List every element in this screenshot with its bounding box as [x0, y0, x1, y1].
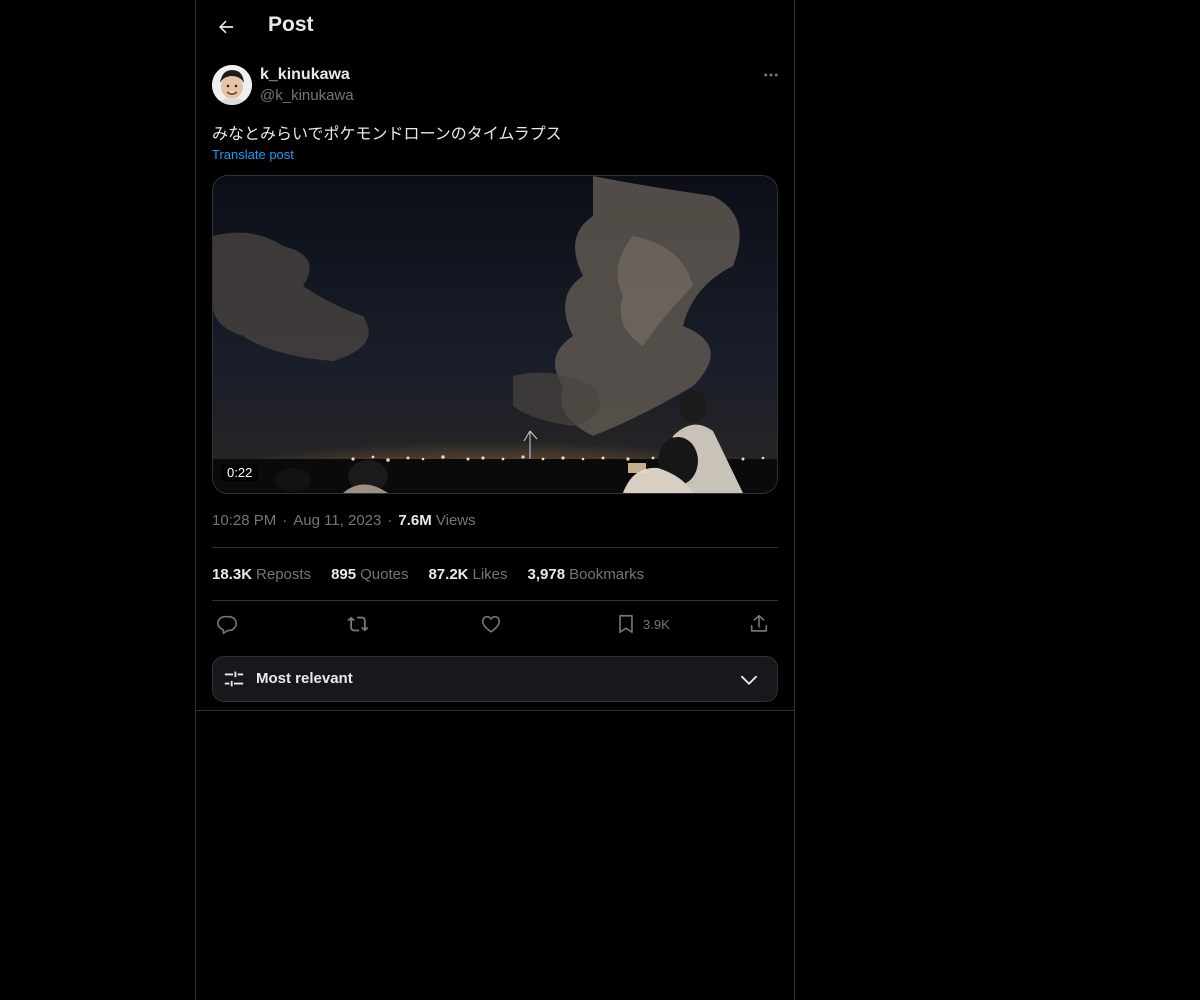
post-text: みなとみらいでポケモンドローンのタイムラプス: [212, 124, 562, 143]
engagement-stats: 18.3K Reposts 895 Quotes 87.2K Likes 3,978 B…: [212, 566, 644, 583]
bookmark-count: 3.9K: [643, 616, 670, 632]
stat-label: Reposts: [256, 566, 312, 583]
like-button[interactable]: [480, 606, 502, 642]
video-player[interactable]: 0:22: [212, 175, 778, 494]
avatar-image: [212, 65, 252, 105]
top-bar: Post: [196, 0, 794, 54]
separator-dot: ·: [282, 512, 288, 529]
section-divider: [196, 710, 794, 711]
arrow-left-icon: [219, 20, 234, 34]
post-column: Post k_kinukawa @k_kinukawa みなとみらいでポケモンド…: [195, 0, 795, 1000]
stat-reposts[interactable]: 18.3K Reposts: [212, 566, 311, 583]
post-time[interactable]: 10:28 PM: [212, 512, 276, 529]
stat-quotes[interactable]: 895 Quotes: [331, 566, 408, 583]
bookmark-icon: [619, 614, 633, 634]
action-bar: 3.9K: [212, 606, 778, 642]
views-label: Views: [435, 512, 476, 529]
post-date[interactable]: Aug 11, 2023: [293, 512, 381, 529]
share-button[interactable]: [748, 606, 770, 642]
stat-likes[interactable]: 87.2K Likes: [428, 566, 507, 583]
author-display-name[interactable]: k_kinukawa: [260, 66, 350, 84]
stat-count: 18.3K: [212, 566, 253, 583]
sort-label: Most relevant: [256, 670, 353, 687]
stat-count: 895: [331, 566, 357, 583]
chevron-down-icon: [741, 675, 757, 685]
stat-bookmarks[interactable]: 3,978 Bookmarks: [528, 566, 645, 583]
separator-dot: ·: [387, 512, 393, 529]
back-button[interactable]: [208, 9, 244, 45]
reply-button[interactable]: [216, 606, 238, 642]
stat-count: 3,978: [527, 566, 566, 583]
page-title: Post: [268, 13, 314, 36]
reply-icon: [217, 615, 237, 634]
divider: [212, 600, 778, 601]
reply-sort-dropdown[interactable]: Most relevant: [212, 656, 778, 702]
divider: [212, 547, 778, 548]
video-duration: 0:22: [221, 464, 259, 481]
heart-icon: [481, 615, 501, 633]
stat-label: Likes: [472, 566, 508, 583]
avatar[interactable]: [212, 65, 252, 105]
views-count: 7.6M: [398, 512, 432, 529]
stat-label: Quotes: [360, 566, 409, 583]
post-author: k_kinukawa @k_kinukawa: [212, 64, 778, 108]
bookmark-button[interactable]: 3.9K: [615, 606, 670, 642]
share-icon: [750, 614, 768, 632]
repost-button[interactable]: [346, 606, 370, 642]
repost-icon: [347, 616, 369, 632]
stat-count: 87.2K: [428, 566, 469, 583]
stat-label: Bookmarks: [569, 566, 645, 583]
post-metadata: 10:28 PM · Aug 11, 2023 · 7.6M Views: [212, 512, 476, 529]
author-handle[interactable]: @k_kinukawa: [260, 87, 354, 104]
translate-post-link[interactable]: Translate post: [212, 147, 294, 162]
more-horizontal-icon: [764, 73, 778, 77]
video-thumbnail: [213, 176, 777, 493]
sliders-icon: [224, 671, 244, 687]
more-options-button[interactable]: [756, 64, 786, 86]
